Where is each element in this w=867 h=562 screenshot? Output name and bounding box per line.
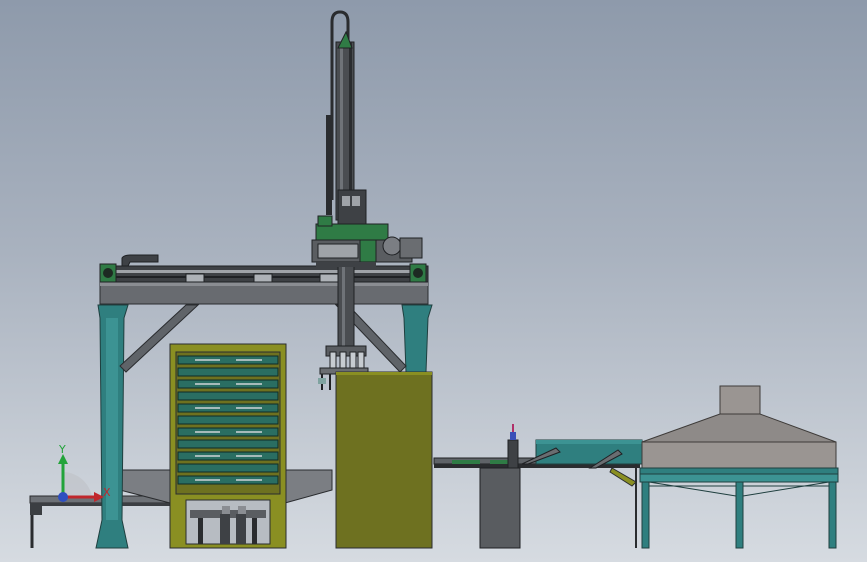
discharge-conveyor[interactable] xyxy=(433,424,643,549)
exhaust-hood[interactable] xyxy=(639,385,839,549)
triad-x-label: X xyxy=(103,486,111,499)
cad-model-canvas[interactable]: Y X xyxy=(0,0,867,562)
center-cabinet[interactable] xyxy=(335,371,433,549)
cad-viewport[interactable]: Y X xyxy=(0,0,867,562)
triad-y-label: Y xyxy=(58,443,66,456)
pallet-stack[interactable] xyxy=(169,343,287,549)
robot-carriage[interactable] xyxy=(311,215,423,267)
pallet-slats xyxy=(177,355,279,485)
